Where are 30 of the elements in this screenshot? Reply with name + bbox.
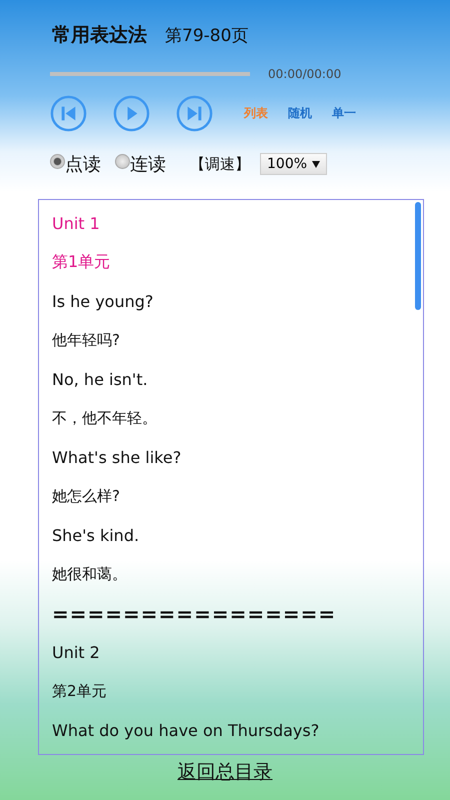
progress-track[interactable] — [50, 72, 250, 76]
speed-dropdown[interactable]: 100% — [260, 153, 328, 175]
radio-button[interactable] — [50, 154, 65, 168]
previous-icon[interactable] — [49, 94, 88, 133]
page-range: 第79-80页 — [165, 25, 248, 47]
text-line[interactable]: Unit 2 — [52, 633, 423, 672]
text-line[interactable]: 她很和蔼。 — [52, 555, 423, 594]
next-icon[interactable] — [175, 94, 214, 133]
text-line[interactable]: 不，他不年轻。 — [52, 399, 423, 438]
text-line[interactable]: 她怎么样? — [52, 477, 423, 516]
time-display: 00:00/00:00 — [268, 67, 342, 81]
text-line[interactable]: No, he isn't. — [52, 360, 423, 399]
text-line[interactable]: She's kind. — [52, 516, 423, 555]
radio-label[interactable]: 连读 — [130, 152, 166, 176]
text-line[interactable]: What's she like? — [52, 438, 423, 477]
text-line[interactable]: 第1单元 — [52, 243, 423, 282]
play-icon[interactable] — [112, 94, 151, 133]
text-line[interactable]: 第2单元 — [52, 672, 423, 711]
text-line[interactable]: What do you have on Thursdays? — [52, 711, 423, 750]
radio-label[interactable]: 点读 — [65, 152, 101, 176]
back-link[interactable]: 返回总目录 — [178, 761, 272, 783]
text-line[interactable]: ================ — [52, 594, 423, 633]
text-line[interactable]: 他年轻吗? — [52, 321, 423, 360]
radio-button[interactable] — [115, 154, 130, 168]
page-title: 常用表达法 — [52, 23, 147, 48]
speed-label: 【调速】 — [190, 154, 250, 174]
scrollbar-thumb[interactable] — [415, 202, 421, 310]
text-line[interactable]: Unit 1 — [52, 204, 423, 243]
caret-icon — [312, 160, 320, 168]
text-line[interactable]: Is he young? — [52, 282, 423, 321]
